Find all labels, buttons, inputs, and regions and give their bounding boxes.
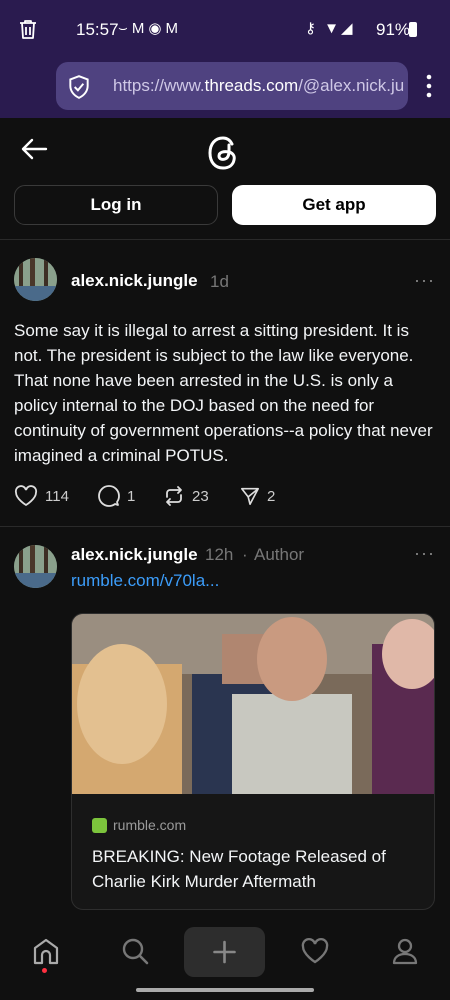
menu-kebab-icon[interactable] bbox=[424, 72, 434, 100]
repost-count: 23 bbox=[192, 487, 209, 505]
like-count: 114 bbox=[45, 487, 69, 505]
login-button[interactable]: Log in bbox=[14, 185, 218, 225]
status-bar: 15:57 ⌣M◉M ⚷ ▼◢ 91% bbox=[0, 0, 450, 58]
divider bbox=[0, 239, 450, 240]
repost-button[interactable]: 23 bbox=[163, 484, 209, 508]
heart-icon bbox=[14, 485, 38, 507]
avatar[interactable] bbox=[14, 545, 57, 588]
notification-icons: ⌣M◉M bbox=[118, 19, 182, 37]
status-time: 15:57 bbox=[76, 20, 119, 39]
system-icons: ⚷ ▼◢ bbox=[305, 19, 355, 37]
send-icon bbox=[241, 487, 259, 505]
post-text: Some say it is illegal to arrest a sitti… bbox=[14, 321, 433, 465]
gmail-icon: M bbox=[131, 20, 149, 37]
repost-icon bbox=[166, 486, 182, 506]
link-preview-card[interactable]: rumble.com BREAKING: New Footage Release… bbox=[71, 613, 435, 910]
reply-button[interactable]: 1 bbox=[98, 484, 135, 508]
post-time: 12h bbox=[205, 545, 234, 564]
new-post-button[interactable] bbox=[184, 927, 265, 977]
author-tag: Author bbox=[254, 545, 305, 564]
post-username[interactable]: alex.nick.jungle bbox=[71, 545, 198, 565]
more-options-icon[interactable]: ··· bbox=[414, 543, 435, 564]
delete-icon[interactable] bbox=[16, 17, 40, 41]
shield-check-icon[interactable] bbox=[66, 74, 92, 100]
app-icon: ◉ bbox=[148, 20, 166, 37]
wifi-icon: ▼ bbox=[324, 20, 342, 37]
url-text[interactable]: https://www.threads.com/@alex.nick.ju bbox=[113, 76, 408, 96]
key-icon: ⚷ bbox=[305, 20, 318, 37]
like-button[interactable]: 114 bbox=[14, 484, 69, 508]
video-thumbnail[interactable] bbox=[72, 614, 435, 794]
url-path: /@alex.nick.ju bbox=[298, 76, 405, 95]
profile-icon[interactable] bbox=[390, 936, 420, 966]
search-icon[interactable] bbox=[120, 936, 150, 966]
home-icon[interactable] bbox=[31, 936, 61, 966]
battery-level: 91% bbox=[376, 20, 411, 39]
notification-dot bbox=[42, 968, 47, 973]
avatar[interactable] bbox=[14, 258, 57, 301]
post-username[interactable]: alex.nick.jungle bbox=[71, 271, 198, 291]
url-host: threads.com bbox=[204, 76, 299, 95]
card-domain: rumble.com bbox=[113, 817, 187, 833]
url-prefix: https://www. bbox=[113, 76, 205, 95]
threads-logo-icon[interactable] bbox=[206, 134, 242, 172]
comment-icon bbox=[98, 485, 120, 507]
activity-icon[interactable] bbox=[300, 936, 330, 966]
rumble-favicon-icon bbox=[92, 818, 107, 833]
gmail-icon: M bbox=[165, 20, 182, 37]
reply-count: 1 bbox=[127, 487, 136, 505]
share-count: 2 bbox=[267, 487, 276, 505]
share-button[interactable]: 2 bbox=[240, 484, 275, 508]
post-link[interactable]: rumble.com/v70la... bbox=[71, 571, 219, 591]
back-arrow-icon[interactable] bbox=[20, 137, 48, 161]
battery-icon bbox=[409, 22, 417, 37]
signal-icon: ◢ bbox=[341, 20, 355, 37]
gesture-handle[interactable] bbox=[136, 988, 314, 992]
get-app-button[interactable]: Get app bbox=[232, 185, 436, 225]
more-options-icon[interactable]: ··· bbox=[414, 270, 435, 291]
new-post-icon bbox=[213, 940, 236, 964]
avatar-image bbox=[14, 545, 57, 588]
divider bbox=[0, 526, 450, 527]
card-title: BREAKING: New Footage Released of Charli… bbox=[92, 847, 386, 891]
whatsapp-icon: ⌣ bbox=[118, 20, 132, 37]
meta-separator: · bbox=[242, 545, 248, 564]
avatar-image bbox=[14, 258, 57, 301]
post-time: 1d bbox=[210, 272, 229, 291]
